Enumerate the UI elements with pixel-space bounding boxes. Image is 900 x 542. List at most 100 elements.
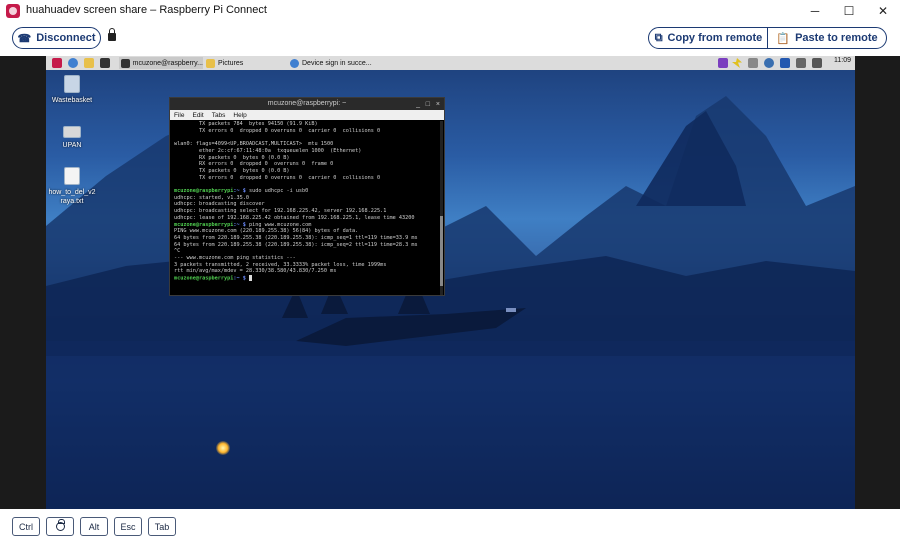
drive-icon	[63, 126, 81, 138]
esc-key-button[interactable]: Esc	[114, 517, 142, 536]
app-window: huahuadev screen share – Raspberry Pi Co…	[0, 0, 900, 542]
terminal-line: RX errors 0 dropped 0 overruns 0 frame 0	[174, 161, 440, 168]
terminal-menu-bar: File Edit Tabs Help	[170, 110, 444, 120]
terminal-line-text: 3 packets transmitted, 2 received, 33.33…	[174, 261, 387, 268]
terminal-line: wlan0: flags=4099<UP,BROADCAST,MULTICAST…	[174, 141, 440, 148]
terminal-line-text	[174, 181, 177, 187]
ctrl-key-button[interactable]: Ctrl	[12, 517, 40, 536]
terminal-line: mcuzone@raspberrypi:~ $ ping www.mcuzone…	[174, 222, 440, 229]
terminal-line-text: 64 bytes from 220.189.255.38 (220.189.25…	[174, 234, 418, 241]
update-tray-icon[interactable]	[764, 58, 774, 68]
terminal-prompt-path: :~ $	[233, 275, 246, 282]
terminal-line: 3 packets transmitted, 2 received, 33.33…	[174, 262, 440, 269]
remote-desktop[interactable]: mcuzone@raspberry... Pictures Device sig…	[46, 56, 855, 509]
terminal-line: 64 bytes from 220.189.255.38 (220.189.25…	[174, 235, 440, 242]
paste-icon: 📋	[776, 32, 791, 45]
terminal-icon[interactable]	[100, 58, 110, 68]
terminal-line: PING www.mcuzone.com (220.189.255.38) 56…	[174, 228, 440, 235]
paste-label: Paste to remote	[795, 32, 878, 44]
desktop-icon-label: how_to_del_v2 raya.txt	[48, 189, 96, 205]
terminal-prompt-user: mcuzone@raspberrypi	[174, 221, 234, 228]
taskbar-item-label: Device sign in succe...	[302, 59, 372, 67]
terminal-scroll-thumb[interactable]	[440, 216, 443, 286]
terminal-line-text: ping www.mcuzone.com	[245, 221, 312, 228]
terminal-line-text	[174, 134, 177, 140]
taskbar-clock: 11:09	[834, 57, 851, 64]
terminal-line: TX packets 784 bytes 94150 (91.9 KiB)	[174, 121, 440, 128]
menu-edit[interactable]: Edit	[192, 112, 203, 119]
vnc-tray-icon[interactable]	[748, 58, 758, 68]
terminal-line-text: rtt min/avg/max/mdev = 28.330/38.580/43.…	[174, 268, 337, 275]
terminal-line: udhcpc: broadcasting discover	[174, 201, 440, 208]
desktop-icon-upan[interactable]: UPAN	[46, 122, 102, 150]
browser-icon[interactable]	[68, 58, 78, 68]
terminal-line-text: udhcpc: started, v1.35.0	[174, 194, 249, 201]
copy-from-remote-button[interactable]: ⧉ Copy from remote	[648, 27, 769, 49]
disconnect-button[interactable]: ☎ Disconnect	[12, 27, 101, 49]
lock-icon	[108, 28, 116, 41]
window-title: huahuadev screen share – Raspberry Pi Co…	[26, 4, 267, 16]
terminal-line-text: ether 2c:cf:67:11:48:0a txqueuelen 1000 …	[174, 147, 362, 154]
terminal-task-icon	[121, 58, 130, 68]
volume-icon[interactable]	[812, 58, 822, 68]
terminal-close-icon[interactable]: ×	[436, 99, 440, 111]
disconnect-label: Disconnect	[36, 32, 96, 44]
terminal-title: mcuzone@raspberrypi: ~	[267, 100, 347, 107]
copy-icon: ⧉	[654, 31, 663, 44]
alt-key-button[interactable]: Alt	[80, 517, 108, 536]
terminal-line-text: wlan0: flags=4099<UP,BROADCAST,MULTICAST…	[174, 141, 334, 148]
desktop-icon-label: UPAN	[62, 142, 82, 149]
terminal-prompt-path: :~ $	[233, 188, 246, 195]
terminal-line: udhcpc: lease of 192.168.225.42 obtained…	[174, 215, 440, 222]
terminal-line-text: udhcpc: broadcasting select for 192.168.…	[174, 208, 387, 215]
terminal-line: mcuzone@raspberrypi:~ $	[174, 275, 440, 282]
terminal-line-text: TX packets 0 bytes 0 (0.0 B)	[174, 167, 290, 174]
tab-key-button[interactable]: Tab	[148, 517, 176, 536]
terminal-scrollbar[interactable]	[440, 121, 443, 295]
terminal-maximize-icon[interactable]: □	[426, 99, 430, 111]
special-keys-bar: Ctrl Alt Esc Tab	[0, 509, 900, 542]
power-tray-icon[interactable]	[732, 58, 742, 68]
raspberry-key-button[interactable]	[46, 517, 74, 536]
network-icon[interactable]	[796, 58, 806, 68]
minimize-button[interactable]: ─	[798, 0, 832, 22]
terminal-line: udhcpc: started, v1.35.0	[174, 195, 440, 202]
desktop-icon-text-file[interactable]: how_to_del_v2 raya.txt	[46, 167, 102, 206]
close-button[interactable]: ✕	[866, 0, 900, 22]
terminal-line-text: RX packets 0 bytes 0 (0.0 B)	[174, 154, 290, 161]
maximize-button[interactable]: ☐	[832, 0, 866, 22]
terminal-line	[174, 134, 440, 141]
phone-icon: ☎	[17, 32, 32, 45]
terminal-line-text: --- www.mcuzone.com ping statistics ---	[174, 255, 296, 262]
menu-tabs[interactable]: Tabs	[212, 112, 226, 119]
text-file-icon	[64, 167, 80, 185]
taskbar-item-terminal[interactable]: mcuzone@raspberry...	[119, 57, 203, 69]
terminal-cursor	[248, 275, 252, 282]
terminal-prompt-user: mcuzone@raspberrypi	[174, 275, 234, 282]
terminal-title-bar[interactable]: mcuzone@raspberrypi: ~ _ □ ×	[170, 98, 444, 110]
terminal-prompt-user: mcuzone@raspberrypi	[174, 188, 234, 195]
bluetooth-icon[interactable]	[780, 58, 790, 68]
terminal-line-text: TX packets 784 bytes 94150 (91.9 KiB)	[174, 121, 318, 127]
lantern-glow	[216, 441, 230, 455]
terminal-line-text: ^C	[174, 248, 181, 255]
copy-label: Copy from remote	[667, 32, 763, 44]
menu-help[interactable]: Help	[233, 112, 246, 119]
paste-to-remote-button[interactable]: 📋 Paste to remote	[767, 27, 887, 49]
raspberry-menu-icon[interactable]	[52, 58, 62, 68]
taskbar-item-browser[interactable]: Device sign in succe...	[288, 57, 378, 69]
terminal-output[interactable]: TX packets 784 bytes 94150 (91.9 KiB) TX…	[170, 120, 444, 295]
terminal-line: TX packets 0 bytes 0 (0.0 B)	[174, 168, 440, 175]
terminal-window[interactable]: mcuzone@raspberrypi: ~ _ □ × File Edit T…	[169, 97, 445, 296]
file-manager-icon[interactable]	[84, 58, 94, 68]
taskbar-item-pictures[interactable]: Pictures	[204, 57, 286, 69]
terminal-line-text: sudo udhcpc -i usb0	[245, 188, 309, 195]
terminal-line: ether 2c:cf:67:11:48:0a txqueuelen 1000 …	[174, 148, 440, 155]
desktop-icon-wastebasket[interactable]: Wastebasket	[46, 75, 102, 105]
menu-file[interactable]: File	[174, 112, 184, 119]
terminal-line-text: TX errors 0 dropped 0 overruns 0 carrier…	[174, 174, 381, 181]
terminal-minimize-icon[interactable]: _	[416, 99, 420, 111]
terminal-line-text: 64 bytes from 220.189.255.38 (220.189.25…	[174, 241, 418, 248]
connect-tray-icon[interactable]	[718, 58, 728, 68]
terminal-line-text: udhcpc: broadcasting discover	[174, 201, 265, 208]
